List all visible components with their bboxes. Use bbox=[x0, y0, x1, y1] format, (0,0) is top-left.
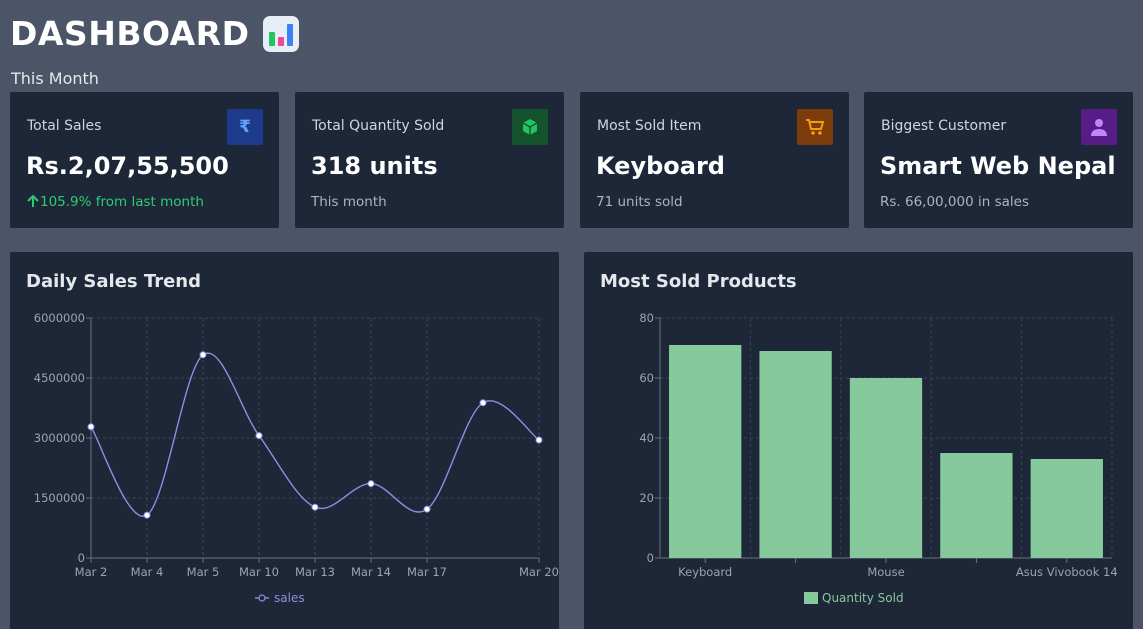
y-tick-label: 20 bbox=[639, 491, 654, 505]
data-point bbox=[423, 505, 431, 513]
box-icon bbox=[512, 109, 548, 145]
card-value: Smart Web Nepal bbox=[880, 152, 1116, 180]
data-point bbox=[143, 511, 151, 519]
y-tick-label: 80 bbox=[639, 311, 654, 325]
user-icon bbox=[1081, 109, 1117, 145]
arrow-up-icon bbox=[27, 194, 39, 207]
x-tick-label: Mar 4 bbox=[131, 565, 164, 579]
bar-chart-icon bbox=[263, 15, 300, 52]
bar bbox=[759, 351, 832, 558]
x-tick-label: Mar 13 bbox=[295, 565, 335, 579]
x-tick-label: Mouse bbox=[867, 565, 904, 579]
data-point bbox=[535, 436, 543, 444]
card-value: Keyboard bbox=[596, 152, 725, 180]
card-note: 105.9% from last month bbox=[26, 194, 204, 210]
card-value: 318 units bbox=[311, 152, 438, 180]
card-label: Total Sales bbox=[27, 118, 102, 134]
card-label: Biggest Customer bbox=[881, 118, 1007, 134]
cart-icon bbox=[797, 109, 833, 145]
rupee-icon: ₹ bbox=[227, 109, 263, 145]
data-point bbox=[199, 351, 207, 359]
card-note-text: 105.9% from last month bbox=[40, 194, 204, 210]
x-tick-label: Mar 14 bbox=[351, 565, 391, 579]
page-header: DASHBOARD bbox=[10, 14, 300, 53]
most-sold-bar-chart: 0 20 40 60 80 Keyboard Mouse Asus Vivobook 14 Qu… bbox=[639, 311, 1118, 605]
card-value: Rs.2,07,55,500 bbox=[26, 152, 229, 180]
x-tick-label: Mar 17 bbox=[407, 565, 447, 579]
period-subtitle: This Month bbox=[11, 69, 99, 88]
card-note: Rs. 66,00,000 in sales bbox=[880, 194, 1029, 210]
data-point bbox=[311, 503, 319, 511]
data-point bbox=[87, 423, 95, 431]
most-sold-panel: Most Sold Products 0 20 40 60 80 Keyboard Mous… bbox=[584, 252, 1133, 629]
legend-label: sales bbox=[274, 591, 305, 605]
page-title: DASHBOARD bbox=[10, 14, 250, 53]
card-biggest-customer: Biggest Customer Smart Web Nepal Rs. 66,… bbox=[864, 92, 1133, 228]
legend-marker bbox=[804, 592, 818, 604]
daily-sales-line-chart: 0 1500000 3000000 4500000 6000000 Mar 2 Mar 4 M… bbox=[34, 311, 559, 605]
data-point bbox=[367, 480, 375, 488]
card-label: Total Quantity Sold bbox=[312, 118, 445, 134]
x-tick-label: Mar 10 bbox=[239, 565, 279, 579]
legend-marker-dot bbox=[258, 594, 266, 602]
y-tick-label: 1500000 bbox=[34, 491, 85, 505]
x-tick-label: Keyboard bbox=[678, 565, 732, 579]
y-tick-label: 4500000 bbox=[34, 371, 85, 385]
x-tick-label: Mar 2 bbox=[75, 565, 108, 579]
card-total-quantity: Total Quantity Sold 318 units This month bbox=[295, 92, 564, 228]
card-note: This month bbox=[311, 194, 387, 210]
data-point bbox=[255, 432, 263, 440]
legend-label: Quantity Sold bbox=[822, 591, 904, 605]
bar bbox=[1030, 459, 1103, 558]
y-tick-label: 6000000 bbox=[34, 311, 85, 325]
card-most-sold-item: Most Sold Item Keyboard 71 units sold bbox=[580, 92, 849, 228]
x-tick-label: Mar 5 bbox=[187, 565, 220, 579]
y-tick-label: 0 bbox=[78, 551, 85, 565]
bar bbox=[849, 378, 923, 558]
x-tick-label: Mar 20 bbox=[519, 565, 559, 579]
y-tick-label: 0 bbox=[647, 551, 654, 565]
card-note: 71 units sold bbox=[596, 194, 683, 210]
card-total-sales: Total Sales ₹ Rs.2,07,55,500 105.9% from… bbox=[10, 92, 279, 228]
x-tick-label: Asus Vivobook 14 bbox=[1016, 565, 1118, 579]
y-tick-label: 40 bbox=[639, 431, 654, 445]
y-tick-label: 60 bbox=[639, 371, 654, 385]
bar bbox=[669, 345, 742, 558]
daily-sales-panel: Daily Sales Trend 0 1500000 3000000 4500000… bbox=[10, 252, 559, 629]
card-label: Most Sold Item bbox=[597, 118, 702, 134]
bar bbox=[940, 453, 1013, 558]
y-tick-label: 3000000 bbox=[34, 431, 85, 445]
data-point bbox=[479, 399, 487, 407]
